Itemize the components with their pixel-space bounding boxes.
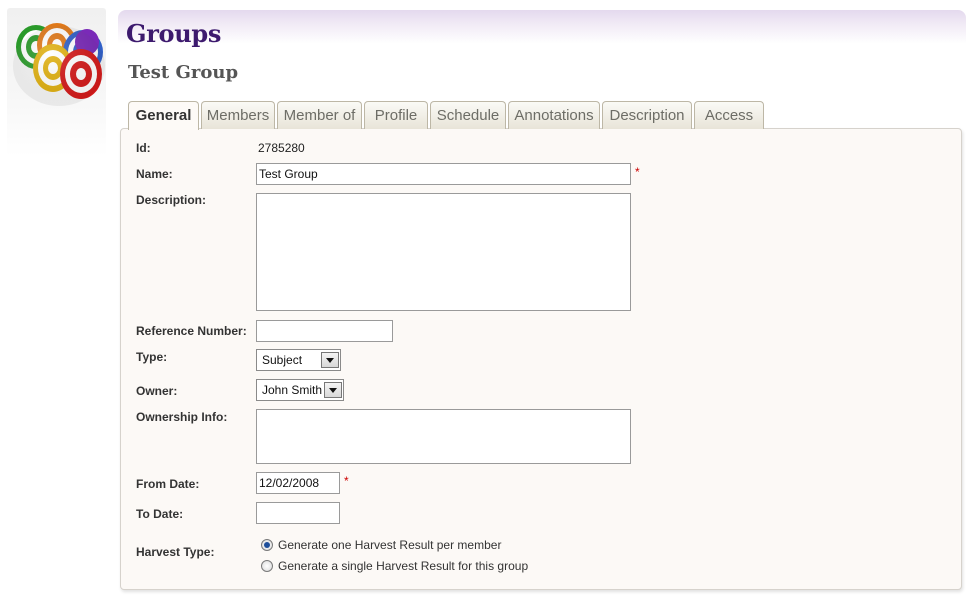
tab-profile[interactable]: Profile: [364, 101, 428, 129]
tab-annotations[interactable]: Annotations: [508, 101, 600, 129]
radio-selected-icon[interactable]: [261, 539, 273, 551]
ownership-info-label: Ownership Info:: [136, 410, 228, 424]
reference-number-input[interactable]: [256, 320, 393, 342]
group-logo: [7, 8, 106, 156]
group-name-heading: Test Group: [128, 62, 239, 83]
name-required-marker: *: [635, 165, 640, 179]
id-value: 2785280: [258, 141, 305, 155]
owner-select-value: John Smith: [262, 383, 323, 397]
description-textarea[interactable]: [256, 193, 631, 311]
tab-general[interactable]: General: [128, 101, 199, 130]
from-date-required-marker: *: [344, 474, 349, 488]
owner-label: Owner:: [136, 384, 178, 398]
harvest-option-single-label: Generate a single Harvest Result for thi…: [278, 559, 529, 573]
page-title: Groups: [126, 19, 222, 48]
id-label: Id:: [136, 141, 151, 155]
harvest-type-label: Harvest Type:: [136, 545, 215, 559]
target-group-icon: [13, 23, 105, 106]
to-date-label: To Date:: [136, 507, 184, 521]
reference-number-label: Reference Number:: [136, 324, 247, 338]
tab-access[interactable]: Access: [694, 101, 764, 129]
radio-unselected-icon[interactable]: [261, 560, 273, 572]
harvest-option-per-member[interactable]: Generate one Harvest Result per member: [261, 538, 501, 552]
type-select[interactable]: Subject: [256, 349, 341, 371]
name-input[interactable]: Test Group: [256, 163, 631, 185]
to-date-input[interactable]: [256, 502, 340, 524]
from-date-label: From Date:: [136, 477, 200, 491]
harvest-option-single[interactable]: Generate a single Harvest Result for thi…: [261, 559, 528, 573]
ownership-info-textarea[interactable]: [256, 409, 631, 464]
harvest-option-per-member-label: Generate one Harvest Result per member: [278, 538, 502, 552]
tab-member-of[interactable]: Member of: [277, 101, 362, 129]
name-label: Name:: [136, 167, 173, 181]
chevron-down-icon[interactable]: [321, 352, 339, 368]
type-label: Type:: [136, 350, 168, 364]
tab-description[interactable]: Description: [602, 101, 692, 129]
chevron-down-icon[interactable]: [324, 382, 342, 398]
type-select-value: Subject: [262, 353, 303, 367]
tab-members[interactable]: Members: [201, 101, 275, 129]
description-label: Description:: [136, 193, 207, 207]
from-date-input[interactable]: 12/02/2008: [256, 472, 340, 494]
header-bar: [118, 10, 966, 44]
tab-schedule[interactable]: Schedule: [430, 101, 506, 129]
owner-select[interactable]: John Smith: [256, 379, 344, 401]
